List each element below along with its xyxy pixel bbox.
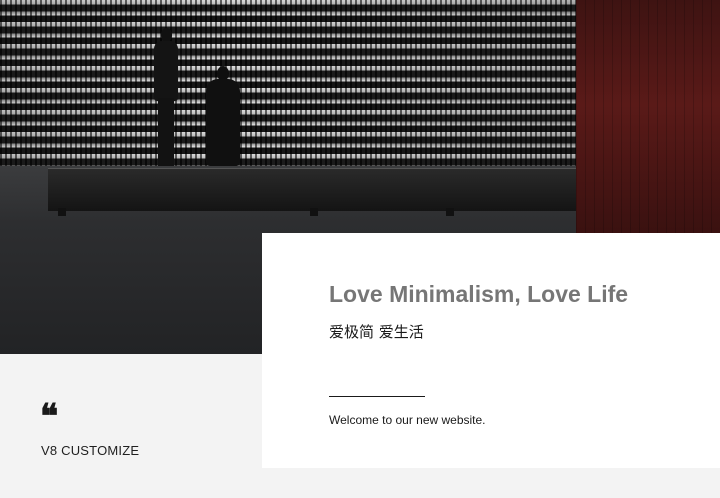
welcome-text: Welcome to our new website. <box>329 413 486 427</box>
silhouette-head <box>161 28 172 42</box>
bench-leg <box>310 208 318 216</box>
standing-man-silhouette <box>152 28 180 166</box>
divider-line <box>329 396 425 397</box>
bench-leg <box>58 208 66 216</box>
brand-label: V8 CUSTOMIZE <box>41 443 140 458</box>
red-curtain-panel <box>576 0 720 233</box>
quote-icon: ❝ <box>40 397 59 437</box>
seated-woman-silhouette <box>206 66 240 166</box>
gallery-bench <box>48 168 576 211</box>
light-wall-shade <box>0 0 576 166</box>
silhouette-torso <box>154 41 178 101</box>
intro-title: Love Minimalism, Love Life <box>329 281 629 307</box>
intro-subtitle: 爱极简 爱生活 <box>329 323 424 341</box>
silhouette-body <box>206 79 240 166</box>
bench-leg <box>446 208 454 216</box>
silhouette-legs <box>158 98 174 166</box>
intro-card: Love Minimalism, Love Life 爱极简 爱生活 Welco… <box>262 233 720 468</box>
